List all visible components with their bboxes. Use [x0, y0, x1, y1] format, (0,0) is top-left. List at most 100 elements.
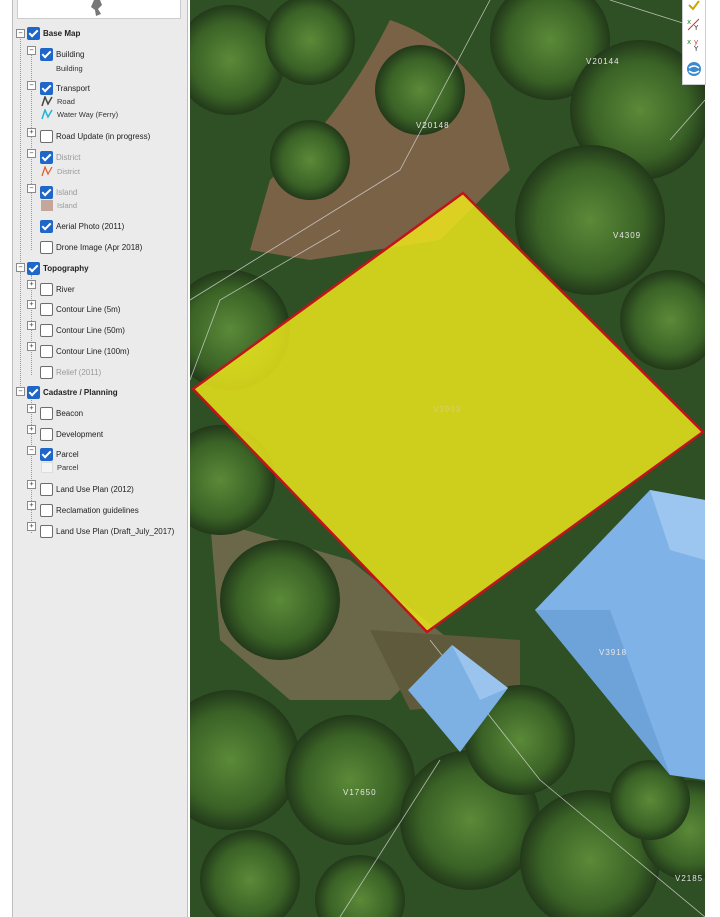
- road-legend-icon: [41, 96, 53, 107]
- checkbox[interactable]: [27, 26, 40, 40]
- layer-parcel[interactable]: Parcel: [40, 447, 79, 461]
- layer-label: Transport: [56, 83, 90, 93]
- collapse-toggle[interactable]: −: [27, 446, 36, 455]
- layer-label: Land Use Plan (2012): [56, 484, 134, 494]
- checkbox[interactable]: [40, 323, 53, 337]
- svg-text:Y: Y: [693, 24, 699, 32]
- checkbox[interactable]: [40, 302, 53, 316]
- checkbox[interactable]: [27, 261, 40, 275]
- map-toolbar: x Y x y Y: [682, 0, 706, 85]
- legend-district: District: [41, 166, 80, 177]
- layer-label: Land Use Plan (Draft_July_2017): [56, 526, 175, 536]
- parcel-swatch: [41, 462, 53, 473]
- layer-beacon[interactable]: Beacon: [40, 406, 83, 420]
- checkbox[interactable]: [40, 365, 53, 379]
- select-check-icon[interactable]: [686, 0, 702, 16]
- district-legend-icon: [41, 166, 53, 177]
- parcel-label: V4309: [613, 231, 642, 240]
- parcel-label: V3993: [433, 405, 462, 414]
- layer-label: Development: [56, 429, 104, 439]
- logo-icon: [91, 0, 102, 16]
- checkbox[interactable]: [40, 129, 53, 143]
- expand-toggle[interactable]: +: [27, 280, 36, 289]
- layer-development[interactable]: Development: [40, 427, 103, 441]
- layer-transport[interactable]: Transport: [40, 81, 90, 95]
- checkbox[interactable]: [40, 150, 53, 164]
- svg-text:Y: Y: [693, 45, 699, 52]
- layer-panel: − Base Map − Building Building − Transpo…: [12, 0, 188, 917]
- collapse-toggle[interactable]: −: [16, 29, 25, 38]
- group-label: Cadastre / Planning: [43, 387, 118, 397]
- collapse-toggle[interactable]: −: [27, 81, 36, 90]
- legend-building: Building: [56, 64, 83, 73]
- expand-toggle[interactable]: +: [27, 522, 36, 531]
- right-edge: [705, 0, 720, 917]
- layer-contour-100m[interactable]: Contour Line (100m): [40, 344, 129, 358]
- expand-toggle[interactable]: +: [27, 300, 36, 309]
- layer-drone-image[interactable]: Drone Image (Apr 2018): [40, 240, 142, 254]
- checkbox[interactable]: [40, 406, 53, 420]
- layer-aerial-photo[interactable]: Aerial Photo (2011): [40, 219, 124, 233]
- coordinate-xy-alt-icon[interactable]: x y Y: [686, 36, 702, 52]
- globe-refresh-icon[interactable]: [686, 61, 702, 77]
- layer-land-use-draft[interactable]: Land Use Plan (Draft_July_2017): [40, 524, 174, 538]
- checkbox[interactable]: [40, 81, 53, 95]
- parcel-label: V20148: [416, 121, 450, 130]
- checkbox[interactable]: [40, 503, 53, 517]
- expand-toggle[interactable]: +: [27, 128, 36, 137]
- layer-label: Contour Line (5m): [56, 304, 121, 314]
- layer-road-update[interactable]: Road Update (in progress): [40, 129, 150, 143]
- group-base-map[interactable]: Base Map: [27, 26, 80, 40]
- checkbox[interactable]: [40, 47, 53, 61]
- expand-toggle[interactable]: +: [27, 404, 36, 413]
- expand-toggle[interactable]: +: [27, 480, 36, 489]
- layer-island[interactable]: Island: [40, 185, 77, 199]
- checkbox[interactable]: [40, 282, 53, 296]
- group-cadastre-planning[interactable]: Cadastre / Planning: [27, 385, 118, 399]
- layer-label: River: [56, 284, 75, 294]
- map-view[interactable]: V20144 V20148 V4309 V3993 V3918 V17650 V…: [190, 0, 705, 917]
- expand-toggle[interactable]: +: [27, 425, 36, 434]
- layer-label: Relief (2011): [56, 367, 102, 377]
- checkbox[interactable]: [40, 219, 53, 233]
- group-topography[interactable]: Topography: [27, 261, 89, 275]
- checkbox[interactable]: [27, 385, 40, 399]
- waterway-legend-icon: [41, 109, 53, 120]
- checkbox[interactable]: [40, 240, 53, 254]
- layer-building[interactable]: Building: [40, 47, 84, 61]
- layer-contour-50m[interactable]: Contour Line (50m): [40, 323, 125, 337]
- island-swatch: [41, 200, 53, 211]
- collapse-toggle[interactable]: −: [27, 149, 36, 158]
- checkbox[interactable]: [40, 427, 53, 441]
- layer-label: Beacon: [56, 408, 84, 418]
- checkbox[interactable]: [40, 482, 53, 496]
- layer-relief[interactable]: Relief (2011): [40, 365, 101, 379]
- expand-toggle[interactable]: +: [27, 501, 36, 510]
- checkbox[interactable]: [40, 185, 53, 199]
- checkbox[interactable]: [40, 524, 53, 538]
- collapse-toggle[interactable]: −: [16, 263, 25, 272]
- layer-label: Drone Image (Apr 2018): [56, 242, 143, 252]
- legend-road: Road: [41, 96, 75, 107]
- layer-label: Contour Line (100m): [56, 346, 130, 356]
- collapse-toggle[interactable]: −: [16, 387, 25, 396]
- parcel-label: V17650: [343, 788, 377, 797]
- layer-reclamation[interactable]: Reclamation guidelines: [40, 503, 139, 517]
- parcel-label: V3918: [599, 648, 628, 657]
- layer-district[interactable]: District: [40, 150, 80, 164]
- layer-land-use-2012[interactable]: Land Use Plan (2012): [40, 482, 134, 496]
- layer-label: Island: [56, 187, 78, 197]
- coordinate-xy-icon[interactable]: x Y: [686, 16, 702, 32]
- group-label: Topography: [43, 263, 89, 273]
- collapse-toggle[interactable]: −: [27, 46, 36, 55]
- checkbox[interactable]: [40, 447, 53, 461]
- expand-toggle[interactable]: +: [27, 342, 36, 351]
- expand-toggle[interactable]: +: [27, 321, 36, 330]
- collapse-toggle[interactable]: −: [27, 184, 36, 193]
- layer-label: District: [56, 152, 81, 162]
- parcel-label: V20144: [586, 57, 620, 66]
- layer-river[interactable]: River: [40, 282, 75, 296]
- layer-contour-5m[interactable]: Contour Line (5m): [40, 302, 120, 316]
- layer-label: Road Update (in progress): [56, 131, 151, 141]
- checkbox[interactable]: [40, 344, 53, 358]
